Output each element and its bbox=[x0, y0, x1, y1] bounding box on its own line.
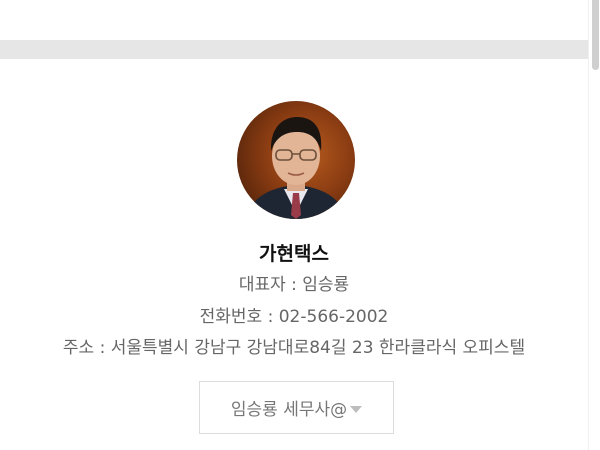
caret-down-icon bbox=[350, 405, 363, 413]
profile-page: 가현택스 대표자 : 임승룡 전화번호 : 02-566-2002 주소 : 서… bbox=[0, 0, 600, 450]
top-card bbox=[0, 0, 588, 40]
phone-text[interactable]: 전화번호 : 02-566-2002 bbox=[0, 302, 588, 327]
contact-select[interactable]: 임승룡 세무사@ bbox=[199, 381, 394, 434]
section-divider bbox=[0, 40, 588, 59]
company-name: 가현택스 bbox=[259, 243, 329, 265]
representative-text: 대표자 : 임승룡 bbox=[238, 275, 350, 295]
avatar bbox=[237, 101, 355, 219]
contact-select-value: 임승룡 세무사@ bbox=[230, 400, 348, 420]
profile-photo-icon bbox=[245, 117, 347, 219]
scrollbar-thumb[interactable] bbox=[592, 0, 599, 70]
profile-card: 가현택스 대표자 : 임승룡 전화번호 : 02-566-2002 주소 : 서… bbox=[0, 59, 588, 450]
address-text: 주소 : 서울특별시 강남구 강남대로84길 23 한라클라식 오피스텔 bbox=[62, 338, 526, 358]
scrollbar[interactable] bbox=[588, 0, 600, 450]
